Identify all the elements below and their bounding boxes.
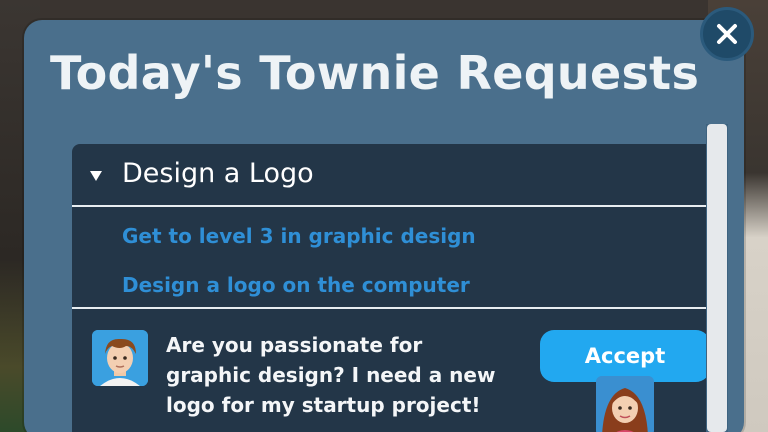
scrollbar[interactable] bbox=[706, 124, 728, 432]
girl-avatar-icon bbox=[596, 376, 654, 432]
accept-button[interactable]: Accept bbox=[540, 330, 710, 382]
requests-dialog: Today's Townie Requests Design a Logo Ge… bbox=[24, 20, 744, 432]
requester-avatar bbox=[92, 330, 148, 386]
task-item: Design a logo on the computer bbox=[122, 273, 470, 297]
dialog-title: Today's Townie Requests bbox=[50, 46, 700, 100]
helper-avatar bbox=[596, 376, 654, 432]
request-title: Design a Logo bbox=[122, 158, 314, 189]
request-footer: Are you passionate for graphic design? I… bbox=[72, 310, 726, 432]
request-message: Are you passionate for graphic design? I… bbox=[166, 333, 496, 417]
divider bbox=[72, 307, 722, 309]
requests-list: Design a Logo Get to level 3 in graphic … bbox=[72, 144, 726, 432]
close-button[interactable] bbox=[700, 7, 754, 61]
expand-triangle-icon[interactable] bbox=[90, 171, 102, 181]
close-icon bbox=[717, 24, 737, 44]
task-item: Get to level 3 in graphic design bbox=[122, 224, 476, 248]
divider bbox=[72, 205, 722, 207]
request-header[interactable]: Design a Logo bbox=[72, 144, 726, 206]
boy-avatar-icon bbox=[92, 330, 148, 386]
scrollbar-thumb[interactable] bbox=[707, 124, 727, 432]
